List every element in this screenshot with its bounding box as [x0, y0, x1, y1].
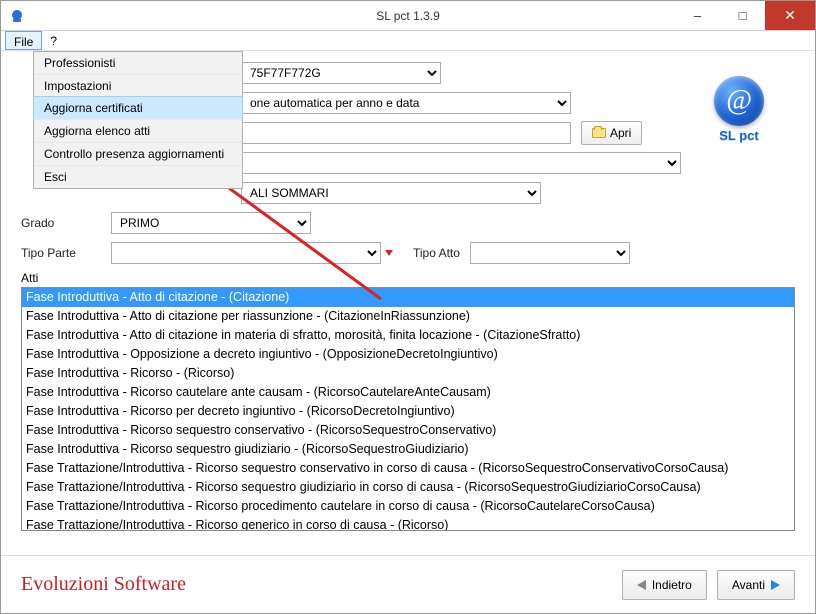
file-dropdown: Professionisti Impostazioni Aggiorna cer… [33, 51, 243, 189]
menu-impostazioni[interactable]: Impostazioni [34, 74, 242, 97]
list-item[interactable]: Fase Introduttiva - Ricorso cautelare an… [22, 383, 794, 402]
logo-icon: @ [714, 76, 764, 126]
tipo-parte-select[interactable] [111, 242, 381, 264]
brand-text: Evoluzioni Software [21, 573, 186, 596]
arrow-right-icon [771, 580, 780, 590]
maximize-button[interactable]: □ [720, 1, 765, 30]
grado-label: Grado [21, 216, 111, 230]
arrow-left-icon [637, 580, 646, 590]
list-item[interactable]: Fase Trattazione/Introduttiva - Ricorso … [22, 516, 794, 531]
menu-aggiorna-elenco-atti[interactable]: Aggiorna elenco atti [34, 119, 242, 142]
list-item[interactable]: Fase Introduttiva - Atto di citazione in… [22, 326, 794, 345]
list-item[interactable]: Fase Trattazione/Introduttiva - Ricorso … [22, 459, 794, 478]
close-button[interactable]: ✕ [765, 1, 815, 30]
list-item[interactable]: Fase Introduttiva - Atto di citazione - … [22, 288, 794, 307]
tipo-atto-label: Tipo Atto [413, 246, 460, 260]
list-item[interactable]: Fase Introduttiva - Ricorso - (Ricorso) [22, 364, 794, 383]
folder-icon [592, 128, 606, 138]
annotation-caret [385, 250, 393, 256]
menu-controllo-aggiornamenti[interactable]: Controllo presenza aggiornamenti [34, 142, 242, 165]
menubar: File ? [1, 31, 815, 51]
titlebar: SL pct 1.3.9 – □ ✕ [1, 1, 815, 31]
footer: Evoluzioni Software Indietro Avanti [1, 555, 815, 605]
list-item[interactable]: Fase Introduttiva - Ricorso per decreto … [22, 402, 794, 421]
list-item[interactable]: Fase Trattazione/Introduttiva - Ricorso … [22, 497, 794, 516]
menu-esci[interactable]: Esci [34, 165, 242, 188]
next-button[interactable]: Avanti [717, 570, 795, 600]
atti-label: Atti [21, 271, 795, 285]
menu-help[interactable]: ? [42, 31, 65, 50]
tipo-parte-label: Tipo Parte [21, 246, 111, 260]
app-icon [9, 8, 25, 24]
menu-aggiorna-certificati[interactable]: Aggiorna certificati [33, 96, 243, 120]
menu-file[interactable]: File [5, 31, 42, 50]
field-modalita[interactable]: one automatica per anno e data [241, 92, 571, 114]
back-button[interactable]: Indietro [622, 570, 707, 600]
field-cartella[interactable] [241, 122, 571, 144]
field-codice[interactable]: 75F77F772G [241, 62, 441, 84]
menu-professionisti[interactable]: Professionisti [34, 52, 242, 74]
app-logo: @ SL pct [703, 76, 775, 143]
list-item[interactable]: Fase Trattazione/Introduttiva - Ricorso … [22, 478, 794, 497]
next-label: Avanti [732, 578, 765, 592]
list-item[interactable]: Fase Introduttiva - Atto di citazione pe… [22, 307, 794, 326]
logo-caption: SL pct [703, 128, 775, 143]
field-row4[interactable] [241, 152, 681, 174]
field-row5[interactable]: ALI SOMMARI [241, 182, 541, 204]
list-item[interactable]: Fase Introduttiva - Ricorso sequestro co… [22, 421, 794, 440]
atti-listbox[interactable]: Fase Introduttiva - Atto di citazione - … [21, 287, 795, 531]
tipo-atto-select[interactable] [470, 242, 630, 264]
content-area: Professionisti Impostazioni Aggiorna cer… [1, 51, 815, 531]
list-item[interactable]: Fase Introduttiva - Ricorso sequestro gi… [22, 440, 794, 459]
grado-select[interactable]: PRIMO [111, 212, 311, 234]
back-label: Indietro [652, 578, 692, 592]
apri-button[interactable]: Apri [581, 121, 642, 145]
minimize-button[interactable]: – [675, 1, 720, 30]
list-item[interactable]: Fase Introduttiva - Opposizione a decret… [22, 345, 794, 364]
apri-label: Apri [610, 126, 631, 140]
